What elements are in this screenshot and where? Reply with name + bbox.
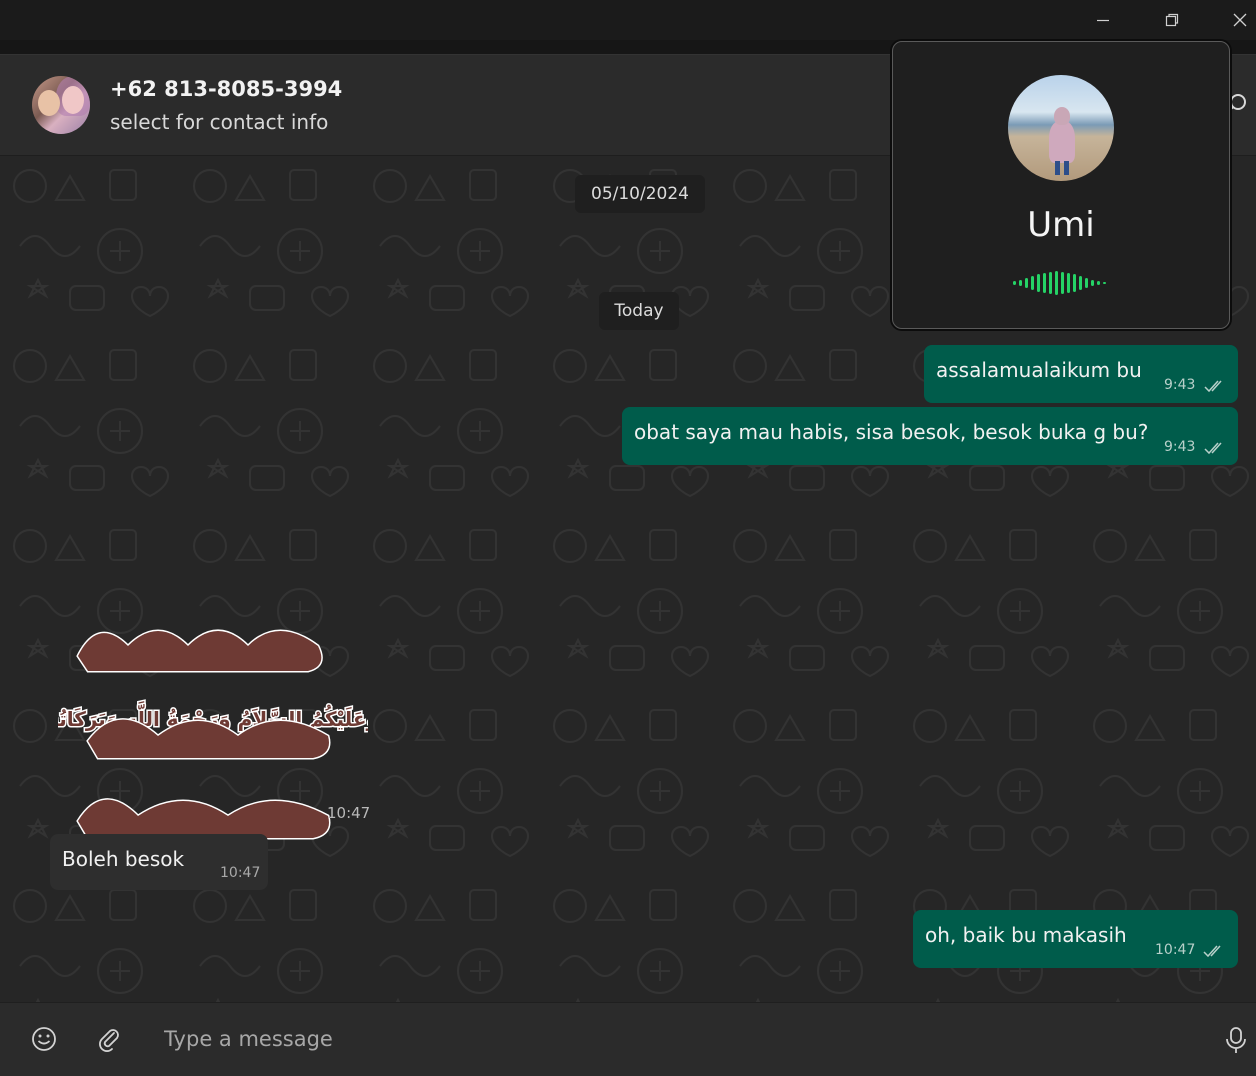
contact-avatar[interactable]: [32, 76, 90, 134]
message-text: Boleh besok: [62, 847, 185, 871]
message-text: assalamualaikum bu: [936, 358, 1142, 382]
message-time: 10:47: [327, 804, 371, 822]
close-icon: [1233, 13, 1247, 27]
date-separator: 05/10/2024: [575, 175, 705, 213]
double-check-icon: [1204, 380, 1222, 393]
sticker-calligraphy: [76, 629, 331, 840]
minimize-icon: [1097, 19, 1109, 22]
emoji-button[interactable]: [29, 1024, 59, 1054]
window-titlebar: [0, 0, 1256, 40]
audio-wave-icon: [1013, 271, 1106, 295]
voice-message-button[interactable]: [1221, 1025, 1251, 1055]
caller-name: Umi: [1027, 205, 1095, 245]
sticker-message[interactable]: وَعَلَيْكُمُ السَّلاَمُ وَرَحْمَةُ اللَّ…: [58, 576, 368, 851]
message-composer: [0, 1002, 1256, 1076]
outgoing-message[interactable]: obat saya mau habis, sisa besok, besok b…: [622, 407, 1238, 465]
double-check-icon: [1203, 945, 1221, 958]
close-button[interactable]: [1217, 0, 1256, 40]
message-time: 10:47: [1155, 942, 1196, 958]
outgoing-message[interactable]: assalamualaikum bu 9:43: [924, 345, 1238, 403]
attach-icon: [99, 1029, 119, 1052]
message-text: oh, baik bu makasih: [925, 923, 1127, 947]
contact-name[interactable]: +62 813-8085-3994: [110, 77, 342, 101]
restore-icon: [1165, 13, 1179, 27]
double-check-icon: [1204, 442, 1222, 455]
date-separator: Today: [599, 292, 679, 330]
message-time: 9:43: [1164, 439, 1196, 455]
caller-avatar: [1008, 75, 1114, 181]
minimize-button[interactable]: [1080, 0, 1126, 40]
incoming-call-popup[interactable]: Umi: [892, 41, 1230, 329]
message-time: 10:47: [220, 865, 261, 881]
restore-button[interactable]: [1149, 0, 1195, 40]
incoming-message[interactable]: Boleh besok 10:47: [50, 834, 268, 890]
outgoing-message[interactable]: oh, baik bu makasih 10:47: [913, 910, 1238, 968]
message-text: obat saya mau habis, sisa besok, besok b…: [634, 420, 1149, 444]
microphone-icon: [1226, 1027, 1246, 1053]
message-time: 9:43: [1164, 377, 1196, 393]
attach-button[interactable]: [94, 1024, 124, 1054]
contact-info-hint[interactable]: select for contact info: [110, 110, 328, 134]
message-input[interactable]: [150, 1019, 1218, 1059]
emoji-icon: [32, 1027, 56, 1051]
